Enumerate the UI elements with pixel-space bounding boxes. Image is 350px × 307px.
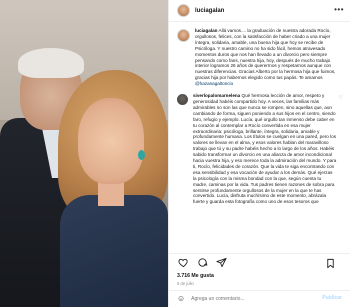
comment-icon[interactable] [196, 256, 209, 269]
caption-avatar[interactable] [177, 29, 190, 42]
heart-icon[interactable] [177, 256, 190, 269]
comments-feed[interactable]: luciagalan Allá vamos.... la graduación … [169, 23, 350, 246]
author-avatar[interactable] [177, 4, 190, 17]
commenter-avatar[interactable] [177, 94, 188, 106]
post-photo [0, 0, 168, 307]
share-icon[interactable] [215, 256, 228, 269]
post-details-panel: luciagalan ••• luciagalan Allá vamos....… [168, 0, 350, 307]
bookmark-icon[interactable] [324, 257, 337, 270]
comment-input[interactable] [191, 296, 322, 302]
more-horizontal-icon[interactable]: ••• [334, 6, 344, 14]
action-bar [169, 253, 350, 271]
smiley-icon[interactable]: ☺ [177, 295, 185, 303]
post-date: 5 de julio [177, 281, 194, 286]
caption-mention[interactable]: @hazanagaltoncio [195, 81, 233, 86]
comment-like-icon[interactable]: ♡ [339, 95, 343, 205]
caption-username[interactable]: luciagalan [195, 28, 217, 33]
author-username[interactable]: luciagalan [195, 8, 224, 14]
caption: luciagalan Allá vamos.... la graduación … [177, 28, 343, 87]
publish-button[interactable]: Publicar [322, 295, 342, 301]
earring [138, 150, 145, 160]
comment-item: siverlopalomarnelena Qué hermosa lección… [177, 93, 343, 205]
comment-text: Qué hermosa lección de amor, respeto y g… [193, 93, 337, 205]
post-header: luciagalan ••• [169, 0, 350, 22]
likes-count[interactable]: 3.716 Me gusta [177, 273, 214, 279]
caption-text: Allá vamos.... la graduación de nuestra … [195, 28, 336, 81]
commenter-username[interactable]: siverlopalomarnelena [193, 93, 240, 98]
